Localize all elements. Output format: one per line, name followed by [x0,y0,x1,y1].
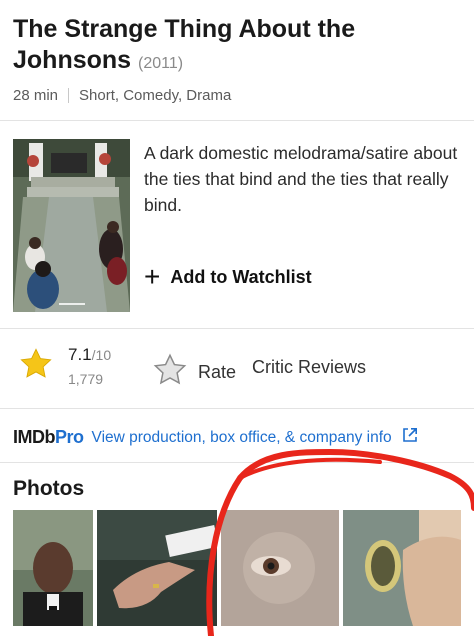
imdbpro-link[interactable]: IMDbPro View production, box office, & c… [13,427,418,448]
plus-icon: + [144,261,161,292]
runtime: 28 min [13,87,59,104]
rating-score: 7.1/10 1,779 [68,345,111,387]
photos-heading: Photos [13,477,85,500]
add-to-watchlist-button[interactable]: + Add to Watchlist [144,263,312,291]
plot-summary: A dark domestic melodrama/satire about t… [144,143,458,215]
photo-thumbnail[interactable] [13,510,93,626]
photo-thumbnail[interactable] [343,510,461,626]
critic-reviews-link[interactable]: Critic Reviews [252,357,366,378]
divider [0,462,474,463]
imdbpro-logo: IMDbPro [13,427,84,447]
star-icon [18,346,54,387]
photo-thumbnail[interactable] [97,510,217,626]
poster-image[interactable] [13,139,130,312]
meta-divider [68,88,70,103]
genres[interactable]: Short, Comedy, Drama [79,87,231,104]
rate-label: Rate [198,362,237,382]
external-link-icon [402,427,418,448]
meta-row: 28 min Short, Comedy, Drama [13,87,463,104]
release-year[interactable]: (2011) [138,55,183,72]
page-title: The Strange Thing About the Johnsons (20… [13,14,463,79]
rating-value: 7.1 [68,345,92,364]
title-text: The Strange Thing About the Johnsons [13,15,356,74]
star-outline-icon [152,352,188,393]
photo-strip [13,510,461,626]
photo-thumbnail[interactable] [221,510,339,626]
divider [0,408,474,409]
rate-button[interactable]: Rate [152,352,236,393]
rating-count: 1,779 [68,371,104,387]
divider [0,328,474,329]
title-block: The Strange Thing About the Johnsons (20… [13,14,463,104]
watchlist-label: Add to Watchlist [170,266,312,287]
imdbpro-link-text: View production, box office, & company i… [91,428,392,446]
rating-max: /10 [91,347,112,363]
divider [0,120,474,121]
imdb-rating[interactable]: 7.1/10 1,779 [18,345,111,387]
